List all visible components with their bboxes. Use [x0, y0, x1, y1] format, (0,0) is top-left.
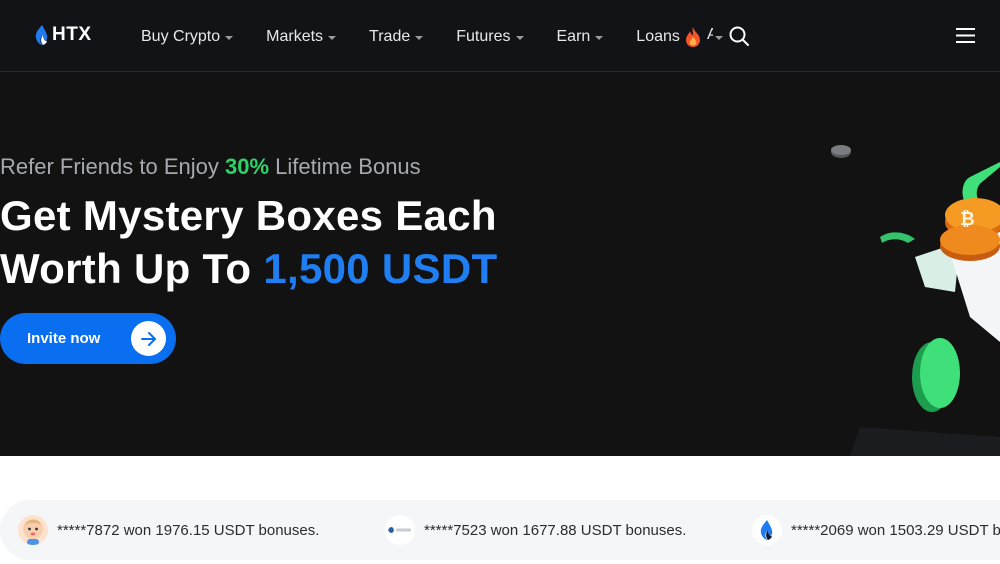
hero-subtitle: Refer Friends to Enjoy 30% Lifetime Bonu…	[0, 154, 421, 180]
bonus-percent: 30%	[224, 154, 270, 179]
mystery-box-illustration: ₿	[831, 145, 1000, 456]
menu-item-markets[interactable]: Markets	[266, 28, 337, 46]
logo-text: HTX	[52, 24, 92, 45]
chevron-down-icon	[225, 35, 234, 40]
menu-item-earn[interactable]: Earn	[557, 28, 604, 46]
menu-item-truncated[interactable]: A	[707, 26, 713, 44]
headline-line-1: Get Mystery Boxes Each	[0, 192, 497, 239]
menu-item-label: Loans	[636, 28, 680, 45]
chevron-down-icon	[595, 35, 604, 40]
menu-item-label: Buy Crypto	[141, 28, 221, 45]
ticker-item: *****7523 won 1677.88 USDT bonuses.	[385, 500, 686, 560]
reward-amount: 1,500 USDT	[263, 245, 498, 292]
menu-item-label: Trade	[369, 28, 411, 45]
menu-item-futures[interactable]: Futures	[456, 28, 524, 46]
menu-item-label: Earn	[556, 28, 591, 45]
ticker-text: *****7872 won 1976.15 USDT bonuses.	[57, 521, 320, 539]
ticker-text: *****7523 won 1677.88 USDT bonuses.	[424, 521, 687, 539]
menu-item-label: Futures	[456, 28, 511, 45]
top-navbar: HTX Buy Crypto Markets Trade Futures Ear…	[0, 0, 1000, 72]
main-menu: Buy Crypto Markets Trade Futures Earn Lo…	[141, 26, 756, 48]
menu-item-buy-crypto[interactable]: Buy Crypto	[141, 28, 234, 46]
search-button[interactable]	[728, 25, 750, 52]
chevron-down-icon	[714, 35, 723, 40]
chevron-down-icon	[328, 35, 337, 40]
brand-avatar-icon	[385, 515, 415, 545]
baby-avatar-icon	[18, 515, 48, 545]
search-icon	[729, 26, 749, 46]
htx-flame-icon	[35, 25, 48, 45]
menu-item-label: Markets	[266, 28, 324, 45]
hamburger-menu-button[interactable]	[956, 28, 975, 48]
svg-text:₿: ₿	[960, 209, 975, 230]
htx-flame-avatar-icon	[752, 515, 782, 545]
ticker-item: *****7872 won 1976.15 USDT bonuses.	[18, 500, 319, 560]
chevron-down-icon	[415, 35, 424, 40]
subtitle-text: Lifetime Bonus	[269, 154, 421, 179]
ticker-item: *****2069 won 1503.29 USDT b	[752, 500, 1000, 560]
headline-line-2: Worth Up To 1,500 USDT	[0, 242, 497, 295]
invite-button-label: Invite now	[27, 330, 101, 347]
headline-text: Worth Up To	[0, 245, 264, 292]
ticker-text: *****2069 won 1503.29 USDT b	[791, 521, 1000, 539]
arrow-right-icon	[131, 321, 166, 356]
hamburger-icon	[956, 28, 975, 43]
winners-ticker: *****7872 won 1976.15 USDT bonuses. ****…	[0, 500, 1000, 560]
menu-item-trade[interactable]: Trade	[369, 28, 424, 46]
htx-logo[interactable]: HTX	[34, 24, 92, 46]
fire-icon	[685, 27, 700, 47]
invite-now-button[interactable]: Invite now	[0, 313, 176, 364]
subtitle-text: Refer Friends to Enjoy	[0, 154, 225, 179]
hero-banner: Refer Friends to Enjoy 30% Lifetime Bonu…	[0, 72, 1000, 456]
hero-headline: Get Mystery Boxes Each Worth Up To 1,500…	[0, 189, 497, 295]
chevron-down-icon	[515, 35, 524, 40]
